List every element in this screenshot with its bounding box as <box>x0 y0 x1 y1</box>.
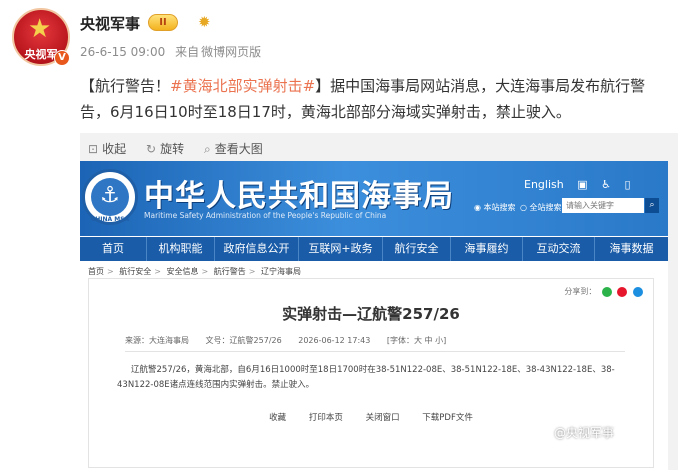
msa-logo: ⚓ CHINA MSA <box>82 169 138 225</box>
font-size-switch[interactable]: [字体：大 中 小] <box>387 336 446 345</box>
breadcrumb-item[interactable]: 首页 <box>88 267 104 276</box>
rotate-icon: ↻ <box>146 142 157 156</box>
breadcrumb-item[interactable]: 航行安全 <box>119 267 151 276</box>
msa-title: 中华人民共和国海事局 <box>144 179 454 214</box>
source-prefix: 来自 <box>175 45 200 59</box>
msa-subtitle: Maritime Safety Administration of the Pe… <box>144 211 387 220</box>
accessibility-icon[interactable]: ♿ <box>601 178 611 191</box>
mobile-icon[interactable]: ▯ <box>625 178 631 191</box>
radio-site-search[interactable]: ◉ 本站搜索 <box>474 202 516 213</box>
article-actions: 收藏 打印本页 关闭窗口 下载PDF文件 <box>89 411 653 423</box>
radio-all-label: 全站搜索 <box>529 203 562 212</box>
post-text-part1: 【航行警告！ <box>80 77 171 95</box>
nav-item-functions[interactable]: 机构职能 <box>146 237 214 261</box>
sun-badge-icon[interactable]: ✹ <box>198 13 211 31</box>
qq-share-icon[interactable] <box>633 286 643 297</box>
print-link[interactable]: 打印本页 <box>309 413 343 423</box>
article-body: 辽航警257/26，黄海北部，自6月16日1000时至18日1700时在38-5… <box>117 365 615 390</box>
rotate-button[interactable]: ↻ 旋转 <box>146 140 184 157</box>
article-meta: 来源：大连海事局 文号：辽航警257/26 2026-06-12 17:43 [… <box>125 335 625 352</box>
post-meta: 26-6-15 09:00 来自 微博网页版 <box>80 43 267 60</box>
msa-search-input[interactable]: 请输入关键字 <box>562 198 644 213</box>
weibo-watermark: @央视军事 <box>554 426 615 440</box>
article-title: 实弹射击—辽航警257/26 <box>282 305 460 323</box>
msa-logo-text: CHINA MSA <box>90 216 130 223</box>
nav-item-internet-gov[interactable]: 互联网+政务 <box>298 237 382 261</box>
collapse-button[interactable]: ⊡ 收起 <box>88 140 126 157</box>
nav-item-home[interactable]: 首页 <box>80 237 146 261</box>
image-toolbar: ⊡ 收起 ↻ 旋转 ⌕ 查看大图 <box>80 133 678 161</box>
anchor-icon: ⚓ <box>91 178 129 216</box>
nav-item-nav-safety[interactable]: 航行安全 <box>382 237 450 261</box>
collapse-icon: ⊡ <box>88 142 99 156</box>
magnify-icon: ⌕ <box>204 142 211 156</box>
breadcrumb-item[interactable]: 航行警告 <box>214 267 246 276</box>
breadcrumb-item[interactable]: 安全信息 <box>167 267 199 276</box>
download-pdf-link[interactable]: 下载PDF文件 <box>422 413 473 423</box>
nav-item-gov-info[interactable]: 政府信息公开 <box>214 237 298 261</box>
post-source: 微博网页版 <box>201 45 262 59</box>
article-number: 文号：辽航警257/26 <box>205 336 282 345</box>
share-label: 分享到： <box>564 287 597 296</box>
collapse-label: 收起 <box>102 142 127 156</box>
nav-item-interaction[interactable]: 互动交流 <box>522 237 594 261</box>
post-text: 【航行警告！#黄海北部实弹射击#】据中国海事局网站消息，大连海事局发布航行警告，… <box>80 73 660 125</box>
nav-item-compliance[interactable]: 海事履约 <box>450 237 522 261</box>
favorite-link[interactable]: 收藏 <box>269 413 286 423</box>
star-icon: ★ <box>28 14 52 44</box>
post-time[interactable]: 26-6-15 09:00 <box>80 45 165 59</box>
msa-banner: ⚓ CHINA MSA 中华人民共和国海事局 Maritime Safety A… <box>80 161 668 236</box>
breadcrumb: 首页 > 航行安全 > 安全信息 > 航行警告 > 辽宁海事局 <box>88 267 301 276</box>
msa-nav: 首页 机构职能 政府信息公开 互联网+政务 航行安全 海事履约 互动交流 海事数… <box>80 237 668 261</box>
rss-icon[interactable]: ▣ <box>577 178 587 191</box>
weibo-share-icon[interactable] <box>617 286 628 297</box>
member-badge-icon[interactable]: II <box>148 14 178 31</box>
article-date: 2026-06-12 17:43 <box>298 336 371 345</box>
view-large-button[interactable]: ⌕ 查看大图 <box>204 140 263 157</box>
search-icon[interactable]: ⌕ <box>645 198 659 213</box>
breadcrumb-item[interactable]: 辽宁海事局 <box>261 267 301 276</box>
english-link[interactable]: English <box>524 178 564 191</box>
msa-top-links: English ▣ ♿ ▯ <box>524 178 641 191</box>
view-large-label: 查看大图 <box>214 142 263 156</box>
rotate-label: 旋转 <box>160 142 185 156</box>
radio-all-search[interactable]: ○ 全站搜索 <box>520 202 562 213</box>
post-image[interactable]: ⚓ CHINA MSA 中华人民共和国海事局 Maritime Safety A… <box>80 161 668 470</box>
author-name[interactable]: 央视军事 <box>80 13 140 34</box>
post-image-area: ⚓ CHINA MSA 中华人民共和国海事局 Maritime Safety A… <box>80 161 678 470</box>
hashtag-link[interactable]: #黄海北部实弹射击# <box>170 77 315 95</box>
wechat-share-icon[interactable] <box>601 286 612 297</box>
share-bar: 分享到： <box>564 286 643 297</box>
article-source: 来源：大连海事局 <box>125 336 189 345</box>
radio-site-label: 本站搜索 <box>483 203 516 212</box>
verified-icon: V <box>54 50 70 66</box>
nav-item-data[interactable]: 海事数据 <box>594 237 668 261</box>
close-window-link[interactable]: 关闭窗口 <box>366 413 400 423</box>
